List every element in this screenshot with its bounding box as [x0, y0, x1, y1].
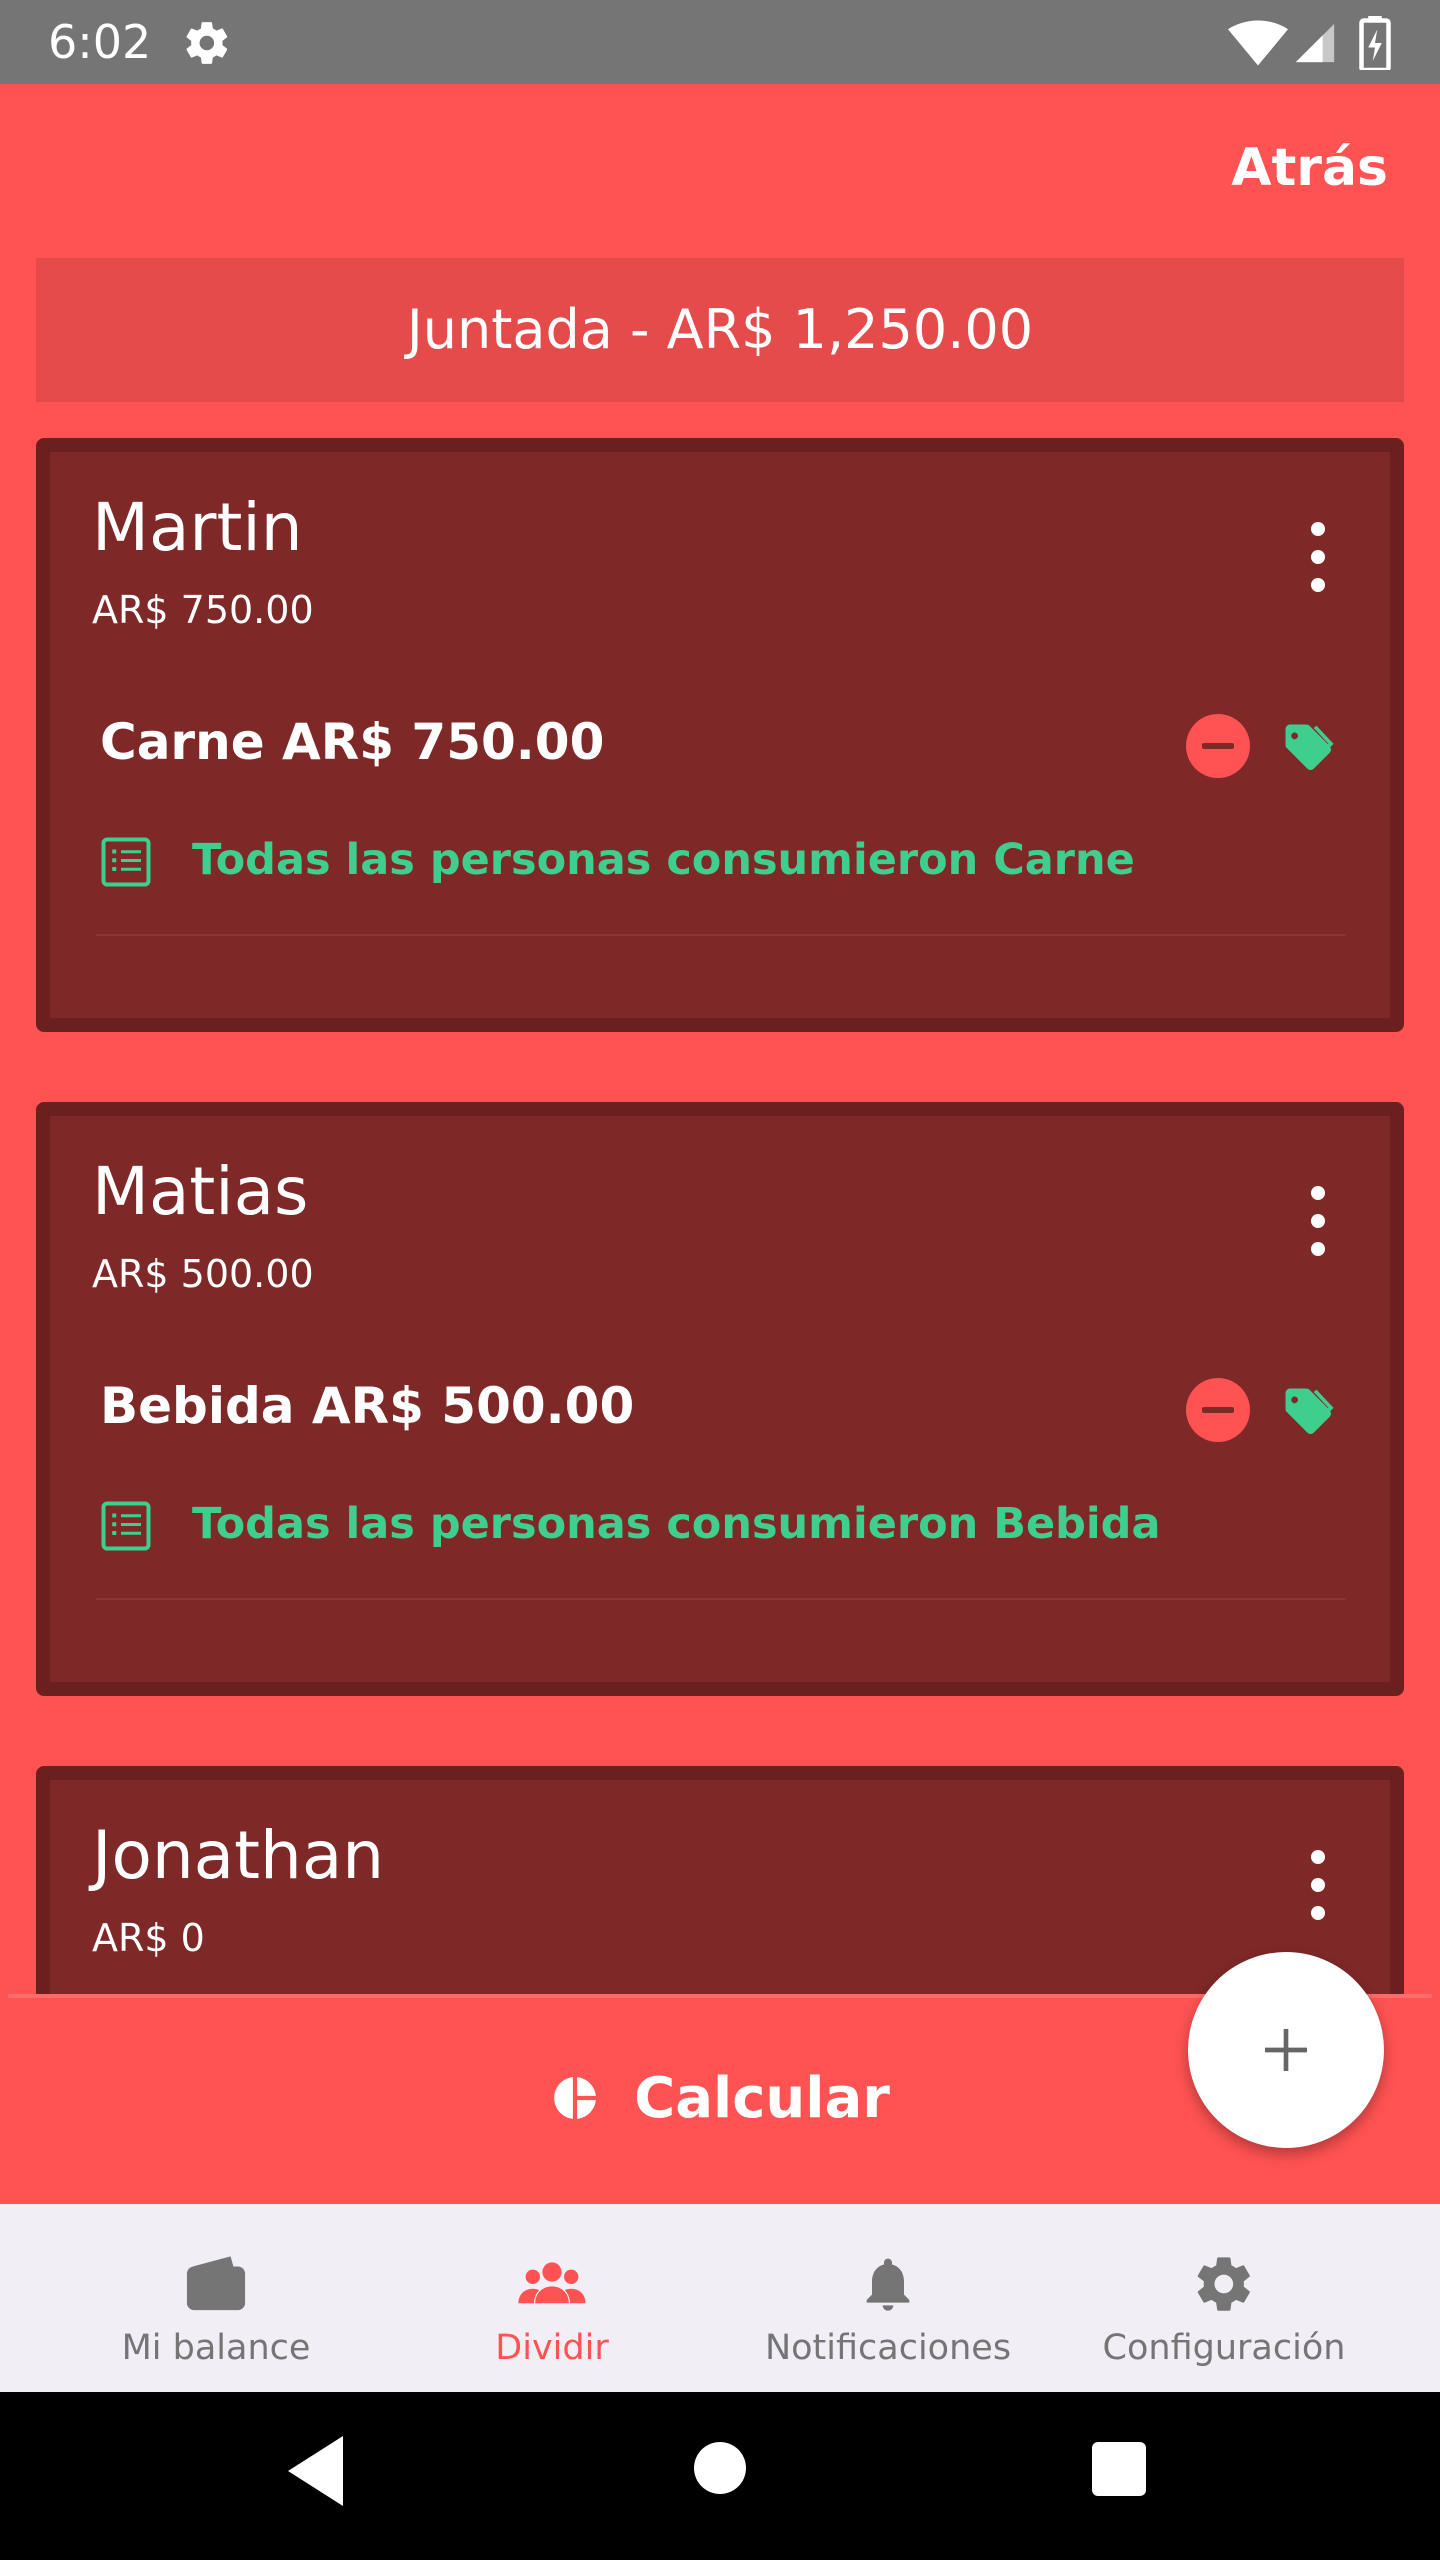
- more-vert-icon: [1311, 522, 1325, 536]
- nav-item-dividir[interactable]: Dividir: [372, 2204, 732, 2392]
- more-options-button[interactable]: [1298, 1186, 1338, 1266]
- more-options-button[interactable]: [1298, 522, 1338, 602]
- add-person-button[interactable]: [1188, 1952, 1384, 2148]
- divider: [96, 1598, 1346, 1600]
- consumers-link[interactable]: Todas las personas consumieron Bebida: [192, 1494, 1160, 1554]
- nav-label: Mi balance: [121, 2328, 311, 2368]
- plus-icon: [1265, 2029, 1307, 2071]
- group-icon: [518, 2262, 586, 2304]
- nav-label: Notificaciones: [764, 2328, 1012, 2368]
- more-vert-icon: [1311, 1186, 1325, 1200]
- item-line: Carne AR$ 750.00: [100, 710, 604, 774]
- person-card: Jonathan AR$ 0: [36, 1766, 1404, 1994]
- consumers-link[interactable]: Todas las personas consumieron Carne: [192, 830, 1135, 890]
- system-navigation-bar: [0, 2392, 1440, 2560]
- person-name: Martin: [92, 489, 303, 566]
- person-name: Matias: [92, 1153, 309, 1230]
- person-total: AR$ 750.00: [92, 588, 314, 632]
- person-total: AR$ 0: [92, 1916, 205, 1960]
- app-header: Atrás: [0, 84, 1440, 260]
- more-options-button[interactable]: [1298, 1850, 1338, 1930]
- person-total: AR$ 500.00: [92, 1252, 314, 1296]
- tag-icon[interactable]: [1278, 1384, 1334, 1434]
- system-home-button[interactable]: [694, 2442, 746, 2494]
- status-time: 6:02: [48, 15, 152, 69]
- tag-icon[interactable]: [1278, 720, 1334, 770]
- nav-item-notificaciones[interactable]: Notificaciones: [708, 2204, 1068, 2392]
- nav-label: Configuración: [1102, 2328, 1346, 2368]
- status-bar: 6:02: [0, 0, 1440, 84]
- bell-icon: [866, 2258, 910, 2311]
- pie-chart-icon: [554, 2077, 596, 2119]
- system-back-icon[interactable]: [288, 2436, 348, 2506]
- bottom-navigation: Mi balance Dividir Notificaciones Config…: [0, 2204, 1440, 2392]
- nav-item-configuracion[interactable]: Configuración: [1044, 2204, 1404, 2392]
- more-vert-icon: [1311, 1850, 1325, 1864]
- list-icon: [101, 837, 151, 887]
- person-list[interactable]: Martin AR$ 750.00 Carne AR$ 750.00 Todas…: [0, 402, 1440, 1994]
- battery-charging-icon: [1359, 16, 1391, 70]
- signal-icon: [1295, 23, 1335, 63]
- item-name: Carne: [100, 713, 265, 771]
- item-amount: AR$ 500.00: [311, 1377, 635, 1435]
- nav-item-mi-balance[interactable]: Mi balance: [36, 2204, 396, 2392]
- event-total-banner: Juntada - AR$ 1,250.00: [36, 258, 1404, 402]
- wallet-icon: [186, 2256, 246, 2311]
- person-card: Matias AR$ 500.00 Bebida AR$ 500.00 Toda…: [36, 1102, 1404, 1696]
- nav-label: Dividir: [495, 2328, 609, 2368]
- gear-icon: [1197, 2257, 1250, 2311]
- remove-item-button[interactable]: [1186, 1378, 1250, 1442]
- divider: [96, 934, 1346, 936]
- calculate-label: Calcular: [634, 2065, 890, 2131]
- item-line: Bebida AR$ 500.00: [100, 1374, 634, 1438]
- settings-status-icon: [186, 22, 228, 64]
- person-card: Martin AR$ 750.00 Carne AR$ 750.00 Todas…: [36, 438, 1404, 1032]
- system-recents-button[interactable]: [1092, 2442, 1146, 2496]
- person-name: Jonathan: [92, 1817, 385, 1894]
- item-name: Bebida: [100, 1377, 295, 1435]
- item-amount: AR$ 750.00: [282, 713, 605, 771]
- list-icon: [101, 1501, 151, 1551]
- back-button[interactable]: Atrás: [1231, 138, 1388, 198]
- remove-item-button[interactable]: [1186, 714, 1250, 778]
- wifi-icon: [1228, 20, 1288, 66]
